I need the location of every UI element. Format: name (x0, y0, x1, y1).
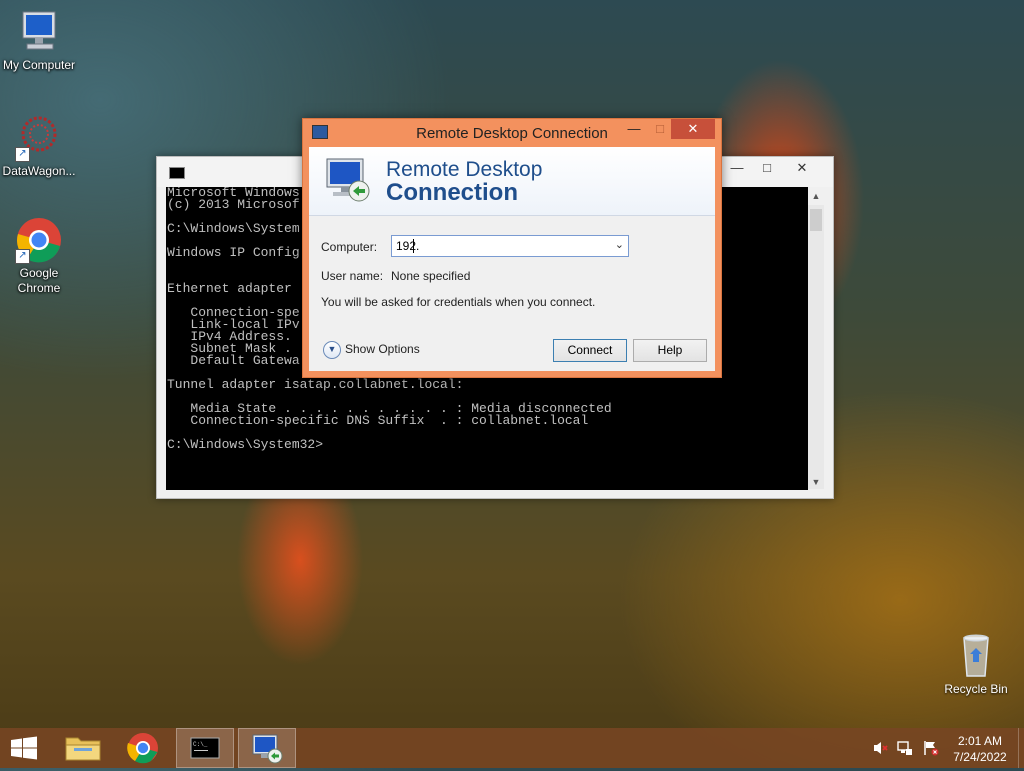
action-center-flag-icon[interactable] (922, 740, 940, 756)
taskbar-file-explorer[interactable] (54, 728, 112, 768)
connect-button[interactable]: Connect (553, 339, 627, 362)
show-options-toggle[interactable]: ▼ Show Options (323, 341, 420, 359)
desktop-icon-label-line1: Google (19, 266, 59, 280)
recycle-bin-icon (952, 630, 1000, 678)
rdc-close-button[interactable]: ✕ (671, 119, 715, 139)
scroll-up-arrow-icon[interactable]: ▲ (808, 191, 824, 201)
username-label: User name: (321, 269, 384, 283)
username-value: None specified (391, 269, 471, 283)
shortcut-arrow-icon: ↗ (15, 147, 30, 162)
chevron-down-icon[interactable]: ⌄ (615, 238, 624, 251)
computer-label: Computer: (321, 240, 378, 254)
folder-icon (65, 737, 101, 761)
desktop-icon-label-line2: Chrome (17, 281, 61, 295)
show-desktop-button[interactable] (1018, 728, 1024, 768)
computer-input-value[interactable]: 192. (396, 239, 419, 253)
desktop-icon-google-chrome[interactable]: ↗ Google Chrome (1, 216, 77, 296)
chrome-icon (127, 733, 158, 764)
help-button[interactable]: Help (633, 339, 707, 362)
taskbar-chrome[interactable] (114, 728, 172, 768)
expand-arrow-icon: ▼ (323, 341, 341, 359)
windows-logo-icon (11, 736, 37, 760)
rdc-client-area: Remote Desktop Connection Computer: 192.… (309, 147, 715, 371)
desktop-icon-my-computer[interactable]: My Computer (1, 8, 77, 73)
banner-line2: Connection (386, 179, 518, 206)
remote-desktop-icon (252, 734, 283, 764)
cmd-scrollbar[interactable]: ▲ ▼ (808, 191, 824, 489)
taskbar: C:\_ 2:01 AM 7/24/2022 (0, 728, 1024, 768)
cmd-icon (169, 167, 185, 179)
clock-time: 2:01 AM (957, 734, 1003, 748)
desktop-icon-recycle-bin[interactable]: Recycle Bin (938, 630, 1014, 696)
desktop-icon-label: DataWagon... (2, 164, 76, 178)
cmd-maximize-button[interactable]: □ (752, 158, 782, 178)
taskbar-remote-desktop[interactable] (238, 728, 296, 768)
datawagon-icon: ↗ (15, 114, 63, 162)
taskbar-clock[interactable]: 2:01 AM 7/24/2022 (952, 733, 1008, 765)
desktop-icon-datawagon[interactable]: ↗ DataWagon... (1, 114, 77, 179)
shortcut-arrow-icon: ↗ (15, 249, 30, 264)
text-cursor (413, 239, 414, 253)
rdc-maximize-button[interactable]: □ (647, 119, 673, 139)
rdc-minimize-button[interactable]: — (621, 119, 647, 139)
scroll-thumb[interactable] (810, 209, 822, 231)
cmd-minimize-button[interactable]: — (722, 158, 752, 178)
rdc-banner: Remote Desktop Connection (309, 147, 715, 216)
cmd-close-button[interactable]: ✕ (787, 158, 817, 178)
remote-desktop-icon (325, 155, 371, 205)
network-icon[interactable] (896, 740, 914, 756)
computer-icon (15, 8, 63, 56)
svg-text:C:\_: C:\_ (193, 741, 208, 748)
show-options-label: Show Options (345, 342, 420, 357)
desktop-icon-label: Recycle Bin (944, 682, 1008, 696)
rdc-title-bar[interactable]: Remote Desktop Connection — □ ✕ (303, 119, 721, 147)
start-button[interactable] (0, 728, 48, 768)
credentials-info-text: You will be asked for credentials when y… (321, 295, 596, 309)
taskbar-command-prompt[interactable]: C:\_ (176, 728, 234, 768)
chrome-icon: ↗ (15, 216, 63, 264)
remote-desktop-connection-window[interactable]: Remote Desktop Connection — □ ✕ Remote D… (302, 118, 722, 378)
cmd-icon: C:\_ (190, 737, 220, 759)
volume-muted-icon[interactable] (872, 740, 890, 756)
desktop-icon-label: My Computer (2, 58, 76, 72)
scroll-down-arrow-icon[interactable]: ▼ (808, 477, 824, 487)
computer-combobox[interactable]: 192. ⌄ (391, 235, 629, 257)
clock-date: 7/24/2022 (953, 750, 1007, 764)
